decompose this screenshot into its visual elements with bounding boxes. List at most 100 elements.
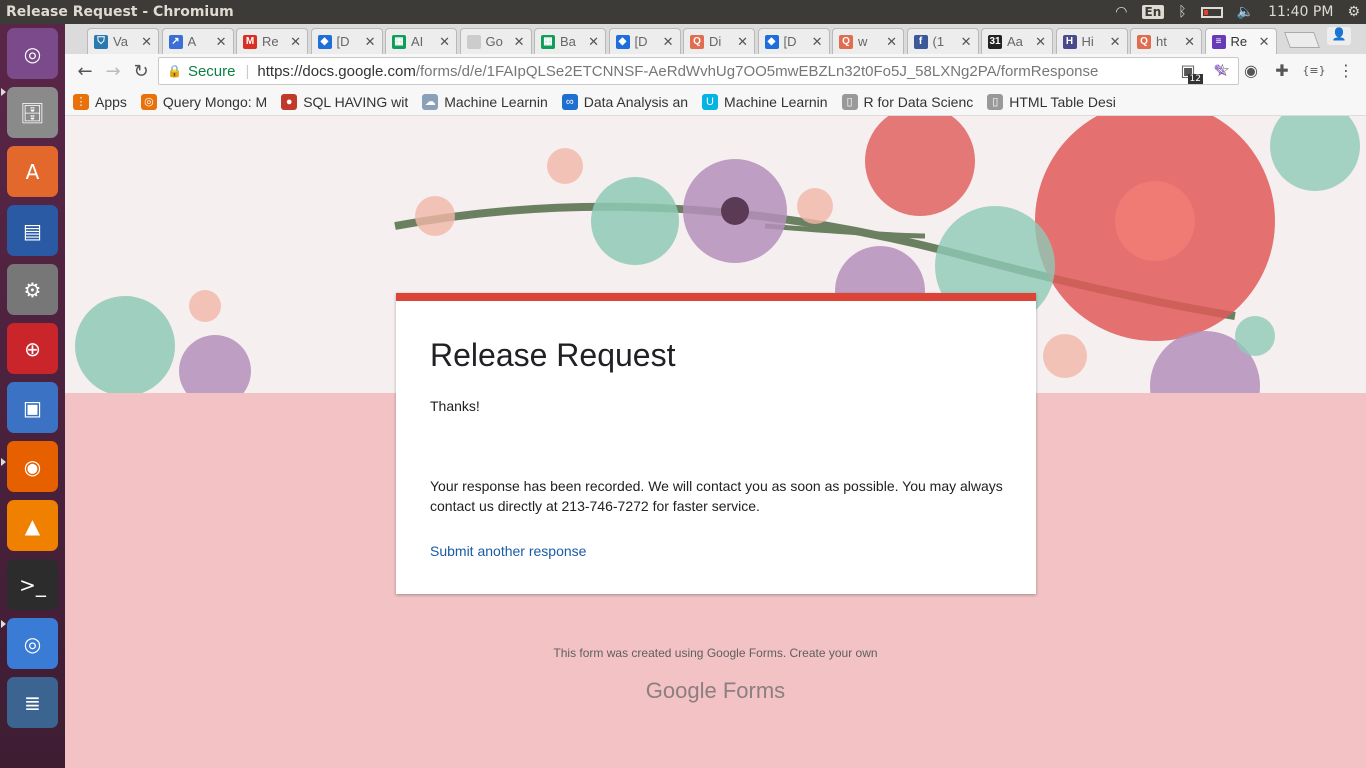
system-settings-icon[interactable]: ⚙ xyxy=(7,264,58,315)
close-tab-icon[interactable]: ✕ xyxy=(737,34,748,50)
close-tab-icon[interactable]: ✕ xyxy=(216,34,227,50)
close-tab-icon[interactable]: ✕ xyxy=(1035,34,1046,50)
tab-label: [D xyxy=(783,34,797,49)
menu-icon[interactable]: ⋮ xyxy=(1335,59,1357,81)
terminal-icon[interactable]: >_ xyxy=(7,559,58,610)
close-tab-icon[interactable]: ✕ xyxy=(290,34,301,50)
close-tab-icon[interactable]: ✕ xyxy=(514,34,525,50)
tab-label: Di xyxy=(709,34,722,49)
tab-favicon-icon: Q xyxy=(1137,34,1151,49)
address-bar[interactable]: 🔒 Secure | https://docs.google.com /form… xyxy=(158,57,1239,85)
back-button[interactable]: ← xyxy=(71,57,99,85)
bluetooth-icon[interactable]: ᛒ xyxy=(1178,4,1186,20)
ubuntu-dash-icon[interactable]: ◎ xyxy=(7,28,58,79)
chromium-icon[interactable]: ◎ xyxy=(7,618,58,669)
tab[interactable]: Q Di ✕ xyxy=(683,28,755,54)
vlc-icon[interactable]: ▲ xyxy=(7,500,58,551)
bookmark-item[interactable]: ● SQL HAVING wit xyxy=(281,93,409,110)
launcher: ◎ 🗄 A ▤ ⚙ ⊕ ▣ ◉ ▲ >_ ◎ ≣ xyxy=(0,24,65,768)
tab-favicon-icon: ↗ xyxy=(168,34,183,49)
bookmark-item[interactable]: U Machine Learnin xyxy=(702,93,828,110)
close-tab-icon[interactable]: ✕ xyxy=(961,34,972,50)
tab[interactable]: ◆ [D ✕ xyxy=(757,28,830,54)
bookmark-label: Data Analysis an xyxy=(583,93,689,110)
json-extension-icon[interactable]: {≡} xyxy=(1302,59,1325,81)
volume-icon[interactable]: 🔈 xyxy=(1237,4,1254,20)
close-tab-icon[interactable]: ✕ xyxy=(1259,34,1270,50)
bookmark-item[interactable]: ☁ Machine Learnin xyxy=(422,93,548,110)
tab-favicon-icon: Q xyxy=(839,34,853,49)
tab[interactable]: ▦ AI ✕ xyxy=(385,28,457,54)
puzzle-extension-icon[interactable]: ✚ xyxy=(1271,59,1293,81)
files-icon[interactable]: 🗄 xyxy=(7,87,58,138)
forward-button[interactable]: → xyxy=(99,57,127,85)
profile-icon[interactable]: 👤 xyxy=(1327,27,1351,45)
battery-icon[interactable] xyxy=(1200,6,1223,18)
close-tab-icon[interactable]: ✕ xyxy=(812,34,823,50)
tab-favicon-icon: ◆ xyxy=(615,34,630,49)
tab-label: [D xyxy=(634,34,648,49)
tab[interactable]: Qw ✕ xyxy=(832,28,904,54)
pen-extension-icon[interactable]: ✎ xyxy=(1209,59,1231,81)
tab[interactable]: ◆ [D ✕ xyxy=(310,28,383,54)
bookmark-label: SQL HAVING wit xyxy=(303,93,409,110)
new-tab-button[interactable] xyxy=(1284,32,1320,48)
tab[interactable]: ⛉ Va ✕ xyxy=(87,28,159,54)
tab[interactable]: Qht ✕ xyxy=(1130,28,1202,54)
tab-label: w xyxy=(858,34,868,49)
gear-icon[interactable]: ⚙ xyxy=(1347,4,1360,20)
reload-button[interactable]: ↻ xyxy=(127,57,155,85)
close-tab-icon[interactable]: ✕ xyxy=(1184,34,1195,50)
form-footer-text[interactable]: This form was created using Google Forms… xyxy=(65,646,1366,660)
firefox-icon[interactable]: ◉ xyxy=(7,441,58,492)
tab[interactable]: ≡ Re ✕ xyxy=(1204,28,1277,54)
thanks-text: Thanks! xyxy=(430,398,480,414)
writer-icon[interactable]: ▤ xyxy=(7,205,58,256)
bookmark-icon: ⋮ xyxy=(73,93,89,110)
tab[interactable]: H Hi ✕ xyxy=(1055,28,1128,54)
submit-another-response-link[interactable]: Submit another response xyxy=(430,543,586,559)
bookmark-icon: ▯ xyxy=(841,93,858,110)
clock[interactable]: 11:40 PM xyxy=(1268,4,1333,20)
keyboard-layout-indicator[interactable]: En xyxy=(1141,5,1165,19)
tab[interactable]: ◆ [D ✕ xyxy=(608,28,681,54)
virtualbox-icon[interactable]: ▣ xyxy=(7,382,58,433)
bookmark-item[interactable]: ▯ HTML Table Desi xyxy=(987,93,1116,110)
bookmark-label: Query Mongo: M xyxy=(162,93,268,110)
tab-label: Aa xyxy=(1007,34,1023,49)
tab-favicon-icon: ▦ xyxy=(392,34,406,49)
bookmark-item[interactable]: ∞ Data Analysis an xyxy=(561,93,689,110)
close-tab-icon[interactable]: ✕ xyxy=(886,34,897,50)
extension-badge-icon[interactable]: ▣ 12 xyxy=(1177,59,1203,84)
tab-favicon-icon xyxy=(466,34,481,49)
top-panel: Release Request - Chromium ◠ En ᛒ 🔈 11:4… xyxy=(0,0,1366,24)
tab[interactable]: M Re ✕ xyxy=(236,28,308,54)
tab[interactable]: 31 Aa ✕ xyxy=(981,28,1053,54)
software-center-icon[interactable]: A xyxy=(7,146,58,197)
close-tab-icon[interactable]: ✕ xyxy=(663,34,674,50)
tab-favicon-icon: ≡ xyxy=(1211,34,1226,49)
bookmark-item[interactable]: ◎ Query Mongo: M xyxy=(140,93,268,110)
bookmark-item[interactable]: ▯ R for Data Scienc xyxy=(841,93,973,110)
form-response-card: Release Request Thanks! Your response ha… xyxy=(396,293,1036,594)
color-extension-icon[interactable]: ◉ xyxy=(1240,59,1262,81)
bookmark-item[interactable]: ⋮ Apps xyxy=(73,93,127,110)
tab-label: AI xyxy=(411,34,424,49)
ssl-vpn-icon[interactable]: ⊕ xyxy=(7,323,58,374)
tab[interactable]: ↗ A ✕ xyxy=(161,28,234,54)
close-tab-icon[interactable]: ✕ xyxy=(588,34,599,50)
tab-label: Re xyxy=(1230,34,1248,49)
tab-favicon-icon: f xyxy=(913,34,928,49)
wifi-icon[interactable]: ◠ xyxy=(1115,4,1127,20)
bookmark-icon: ◎ xyxy=(140,93,157,110)
tab[interactable]: f (1 ✕ xyxy=(906,28,979,54)
tab[interactable]: ▦ Ba ✕ xyxy=(534,28,606,54)
tab[interactable]: Go ✕ xyxy=(459,28,532,54)
close-tab-icon[interactable]: ✕ xyxy=(1110,34,1121,50)
close-tab-icon[interactable]: ✕ xyxy=(365,34,376,50)
workspace-stack-icon[interactable]: ≣ xyxy=(7,677,58,728)
close-tab-icon[interactable]: ✕ xyxy=(439,34,450,50)
close-tab-icon[interactable]: ✕ xyxy=(141,34,152,50)
confirmation-message: Your response has been recorded. We will… xyxy=(430,478,1003,514)
url-path: /forms/d/e/1FAIpQLSe2ETCNNSF-AeRdWvhUg7O… xyxy=(415,62,1099,80)
